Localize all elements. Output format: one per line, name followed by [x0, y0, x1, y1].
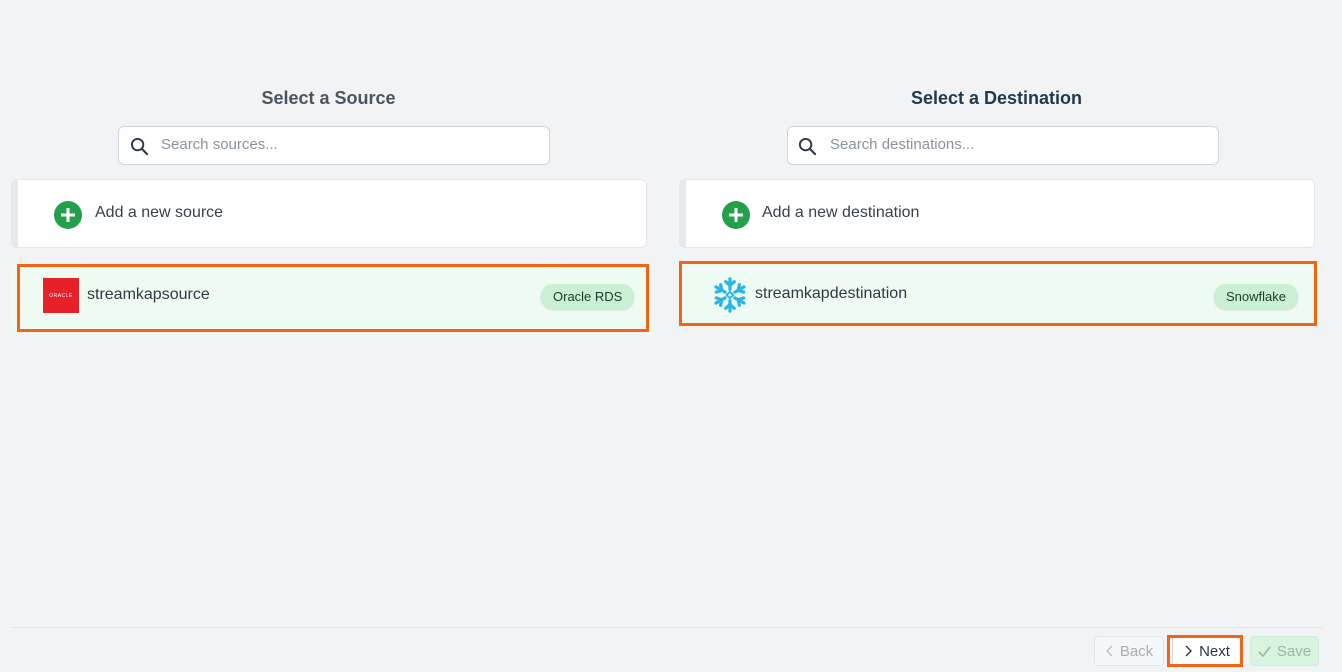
back-label: Back [1119, 642, 1154, 660]
save-label: Save [1276, 642, 1312, 660]
destination-search[interactable] [787, 126, 1219, 165]
add-destination-button[interactable]: Add a new destination [679, 179, 1315, 248]
footer-divider [11, 627, 1323, 628]
back-button[interactable]: Back [1094, 636, 1164, 666]
save-button[interactable]: Save [1250, 636, 1319, 666]
source-selection-highlight [17, 264, 649, 332]
chevron-left-icon [1105, 645, 1113, 657]
plus-circle-icon [54, 201, 82, 229]
destination-search-input[interactable] [828, 135, 1192, 154]
next-selection-highlight [1167, 635, 1243, 667]
check-icon [1258, 646, 1271, 657]
add-source-label: Add a new source [95, 204, 224, 221]
source-column: Select a Source Add a new source ORACLE … [0, 0, 657, 672]
search-icon [798, 137, 817, 156]
source-search-input[interactable] [159, 135, 523, 154]
destination-title: Select a Destination [910, 88, 1083, 108]
source-title: Select a Source [261, 88, 396, 108]
destination-selection-highlight [679, 261, 1317, 326]
add-source-button[interactable]: Add a new source [11, 179, 647, 248]
add-destination-label: Add a new destination [762, 204, 920, 221]
plus-circle-icon [722, 201, 750, 229]
destination-column: Select a Destination Add a new destinati… [668, 0, 1342, 672]
search-icon [130, 137, 149, 156]
source-search[interactable] [118, 126, 550, 165]
